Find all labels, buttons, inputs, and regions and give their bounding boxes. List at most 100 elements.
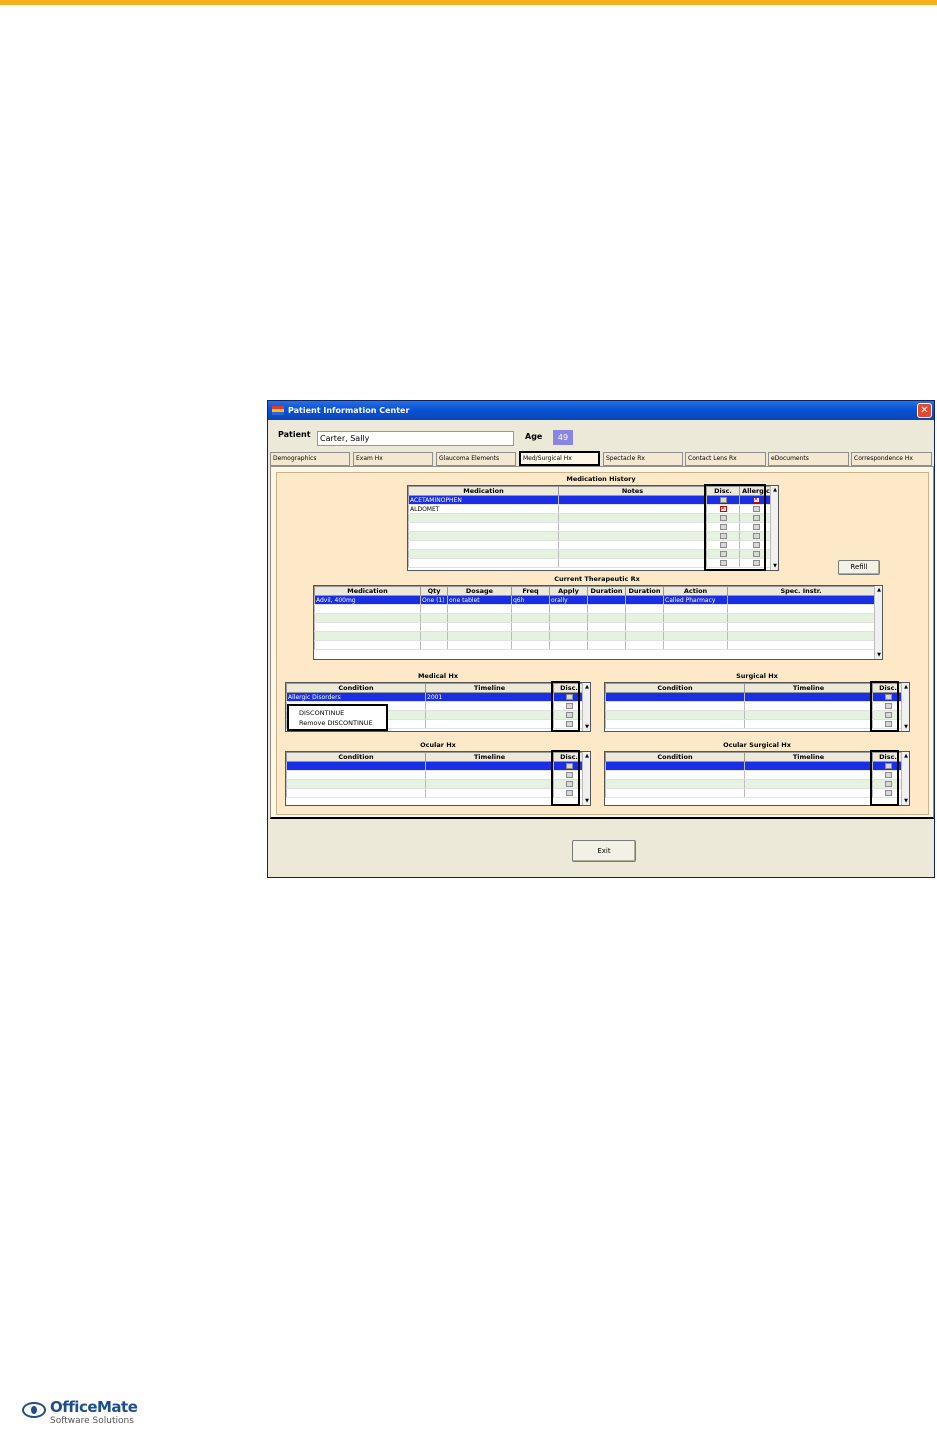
disc-checkbox[interactable] <box>884 721 892 727</box>
col-spec-instr[interactable]: Spec. Instr. <box>727 586 875 596</box>
col-notes[interactable]: Notes <box>558 486 707 496</box>
disc-checkbox[interactable] <box>565 703 573 709</box>
disc-checkbox[interactable] <box>565 712 573 718</box>
scroll-down-icon[interactable]: ▼ <box>583 723 590 731</box>
disc-checkbox[interactable] <box>719 542 727 548</box>
table-row[interactable] <box>286 788 585 798</box>
disc-checkbox[interactable] <box>884 781 892 787</box>
table-row[interactable] <box>408 531 773 541</box>
table-row[interactable]: Allergic Disorders 2001 <box>286 692 585 702</box>
table-row[interactable] <box>408 549 773 559</box>
col-apply[interactable]: Apply <box>549 586 588 596</box>
allergic-checkbox[interactable] <box>752 496 760 503</box>
tab-med-surgical-hx[interactable]: Med/Surgical Hx <box>519 451 600 466</box>
table-row[interactable]: ALDOMET <box>408 504 773 514</box>
col-action[interactable]: Action <box>663 586 728 596</box>
col-condition[interactable]: Condition <box>286 683 426 693</box>
col-medication[interactable]: Medication <box>408 486 559 496</box>
col-duration-2[interactable]: Duration <box>625 586 664 596</box>
col-timeline[interactable]: Timeline <box>744 752 873 762</box>
table-row[interactable] <box>286 761 585 771</box>
scroll-up-icon[interactable]: ▲ <box>583 752 590 760</box>
col-medication[interactable]: Medication <box>314 586 421 596</box>
disc-checkbox[interactable] <box>719 505 727 512</box>
disc-checkbox[interactable] <box>884 772 892 778</box>
disc-checkbox[interactable] <box>719 551 727 557</box>
disc-checkbox[interactable] <box>884 790 892 796</box>
medication-history-scrollbar[interactable]: ▲ ▼ <box>770 486 778 570</box>
surgical-hx-scrollbar[interactable]: ▲ ▼ <box>901 683 909 731</box>
tab-contact-lens-rx[interactable]: Contact Lens Rx <box>685 452 766 466</box>
medical-hx-scrollbar[interactable]: ▲ ▼ <box>582 683 590 731</box>
allergic-checkbox[interactable] <box>752 524 760 530</box>
disc-checkbox[interactable] <box>884 712 892 718</box>
col-disc[interactable]: Disc. <box>872 752 904 762</box>
table-row[interactable] <box>605 761 904 771</box>
table-row[interactable]: ACETAMINOPHEN <box>408 495 773 505</box>
disc-checkbox[interactable] <box>565 790 573 796</box>
col-timeline[interactable]: Timeline <box>425 683 554 693</box>
table-row[interactable] <box>605 719 904 729</box>
disc-checkbox[interactable] <box>565 781 573 787</box>
disc-checkbox[interactable] <box>884 703 892 709</box>
scroll-up-icon[interactable]: ▲ <box>875 586 882 594</box>
table-row[interactable] <box>286 770 585 780</box>
exit-button[interactable]: Exit <box>572 840 636 862</box>
table-row[interactable] <box>408 540 773 550</box>
allergic-checkbox[interactable] <box>752 515 760 521</box>
disc-checkbox[interactable] <box>719 515 727 521</box>
col-qty[interactable]: Qty <box>420 586 448 596</box>
col-disc[interactable]: Disc. <box>553 752 585 762</box>
scroll-up-icon[interactable]: ▲ <box>902 683 909 691</box>
table-row[interactable] <box>286 779 585 789</box>
table-row[interactable] <box>605 788 904 798</box>
tab-demographics[interactable]: Demographics <box>270 452 350 466</box>
allergic-checkbox[interactable] <box>752 560 760 566</box>
col-condition[interactable]: Condition <box>605 683 745 693</box>
table-row[interactable] <box>408 522 773 532</box>
patient-name-field[interactable]: Carter, Sally <box>317 431 514 446</box>
table-row[interactable] <box>605 779 904 789</box>
col-disc[interactable]: Disc. <box>706 486 740 496</box>
allergic-checkbox[interactable] <box>752 533 760 539</box>
tab-spectacle-rx[interactable]: Spectacle Rx <box>603 452 683 466</box>
col-condition[interactable]: Condition <box>286 752 426 762</box>
scroll-down-icon[interactable]: ▼ <box>902 723 909 731</box>
scroll-down-icon[interactable]: ▼ <box>875 651 882 659</box>
scroll-up-icon[interactable]: ▲ <box>771 486 778 494</box>
close-icon[interactable]: ✕ <box>917 403 932 418</box>
scroll-down-icon[interactable]: ▼ <box>583 797 590 805</box>
disc-checkbox[interactable] <box>884 763 892 769</box>
disc-checkbox[interactable] <box>884 694 892 700</box>
current-rx-scrollbar[interactable]: ▲ ▼ <box>874 586 882 659</box>
scroll-up-icon[interactable]: ▲ <box>583 683 590 691</box>
table-row[interactable]: Advil, 400mg One (1) one tablet q6h oral… <box>314 595 875 605</box>
tab-glaucoma-elements[interactable]: Glaucoma Elements <box>436 452 516 466</box>
col-allergic[interactable]: Allergic <box>739 486 773 496</box>
col-disc[interactable]: Disc. <box>553 683 585 693</box>
tab-correspondence-hx[interactable]: Correspondence Hx <box>851 452 932 466</box>
disc-checkbox[interactable] <box>719 497 727 503</box>
col-dosage[interactable]: Dosage <box>447 586 512 596</box>
refill-button[interactable]: Refill <box>838 560 880 575</box>
disc-checkbox[interactable] <box>719 560 727 566</box>
tab-edocuments[interactable]: eDocuments <box>768 452 849 466</box>
disc-checkbox[interactable] <box>565 763 573 769</box>
menu-item-discontinue[interactable]: DISCONTINUE <box>289 708 386 718</box>
disc-checkbox[interactable] <box>719 524 727 530</box>
col-duration[interactable]: Duration <box>587 586 626 596</box>
disc-checkbox[interactable] <box>565 721 573 727</box>
table-row[interactable] <box>408 558 773 568</box>
scroll-up-icon[interactable]: ▲ <box>902 752 909 760</box>
allergic-checkbox[interactable] <box>752 542 760 548</box>
scroll-down-icon[interactable]: ▼ <box>771 562 778 570</box>
table-row[interactable] <box>314 640 875 650</box>
col-timeline[interactable]: Timeline <box>744 683 873 693</box>
col-freq[interactable]: Freq <box>511 586 550 596</box>
menu-item-remove-discontinue[interactable]: Remove DISCONTINUE <box>289 718 386 728</box>
table-row[interactable] <box>605 710 904 720</box>
disc-checkbox[interactable] <box>565 694 573 700</box>
allergic-checkbox[interactable] <box>752 506 760 512</box>
allergic-checkbox[interactable] <box>752 551 760 557</box>
table-row[interactable] <box>605 692 904 702</box>
